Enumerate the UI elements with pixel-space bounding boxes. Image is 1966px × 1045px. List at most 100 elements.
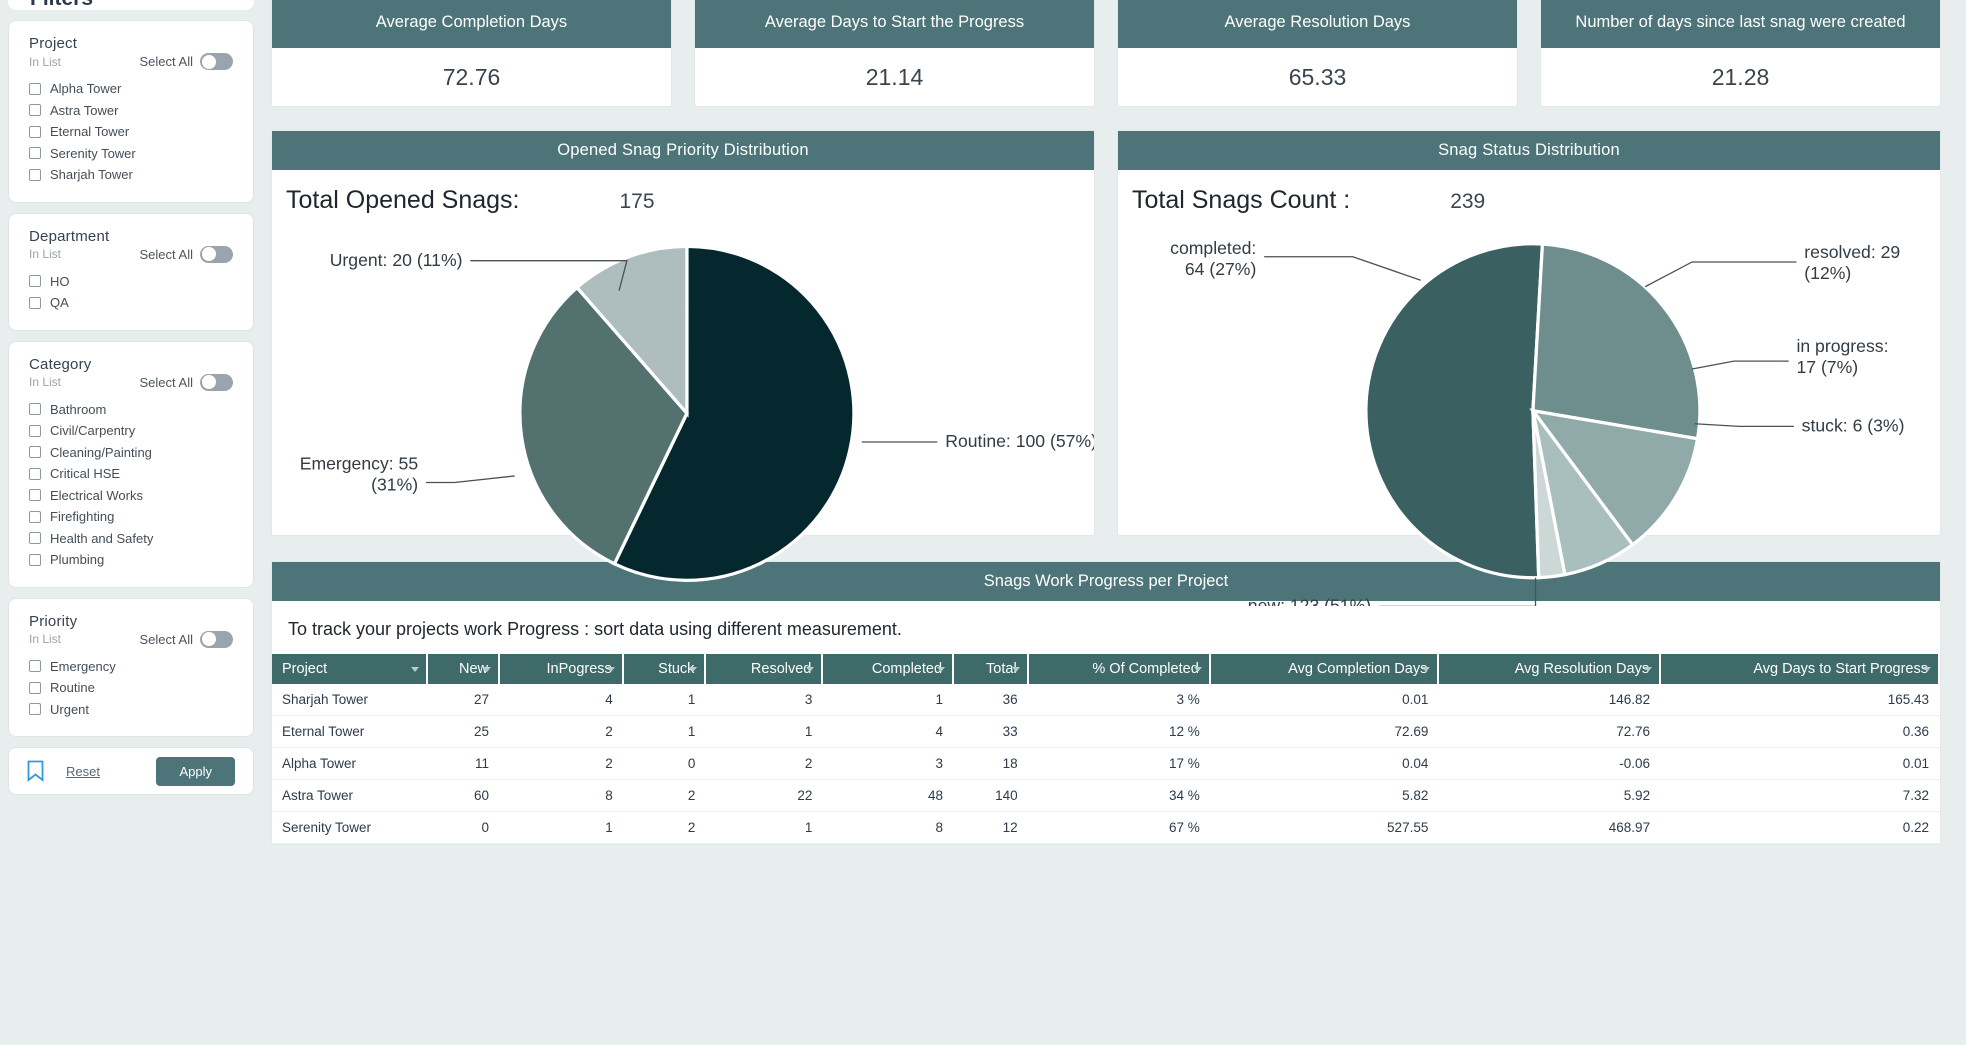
pie-label-text: resolved: 29 — [1804, 242, 1900, 262]
sort-caret-icon[interactable] — [689, 667, 698, 672]
checkbox-icon[interactable] — [29, 403, 41, 416]
sort-caret-icon[interactable] — [1923, 667, 1931, 672]
table-cell-project: Eternal Tower — [272, 715, 427, 748]
reset-button[interactable]: Reset — [66, 764, 100, 779]
checkbox-icon[interactable] — [29, 489, 41, 502]
select-all-toggle-project[interactable] — [200, 53, 233, 70]
filter-option[interactable]: Health and Safety — [29, 528, 233, 550]
select-all-toggle-priority[interactable] — [200, 630, 233, 648]
filter-option[interactable]: Civil/Carpentry — [29, 420, 233, 442]
filter-option[interactable]: Bathroom — [29, 399, 233, 421]
table-column-header[interactable]: % Of Completed — [1027, 654, 1211, 684]
checkbox-icon[interactable] — [29, 125, 41, 138]
table-cell: 0.01 — [1209, 684, 1439, 716]
table-cell: 34 % — [1027, 779, 1210, 812]
checkbox-icon[interactable] — [29, 553, 41, 566]
table-column-header[interactable]: Avg Completion Days — [1209, 654, 1440, 684]
filter-option[interactable]: Sharjah Tower — [29, 164, 233, 186]
filter-option-label: Routine — [50, 680, 95, 696]
sort-caret-icon[interactable] — [483, 667, 491, 672]
table-cell: 0 — [426, 811, 499, 844]
checkbox-icon[interactable] — [29, 296, 41, 309]
filter-option[interactable]: Eternal Tower — [29, 121, 233, 143]
table-column-header[interactable]: Avg Resolution Days — [1438, 654, 1662, 684]
table-row[interactable]: Serenity Tower 0 1 2 1 8 12 67 % 527.55 468.97 0.2… — [272, 811, 1939, 844]
table-cell: 2 — [499, 715, 623, 748]
filter-option[interactable]: Plumbing — [29, 549, 233, 571]
filter-option[interactable]: Critical HSE — [29, 463, 233, 485]
table-column-header[interactable]: InPogress — [499, 654, 624, 684]
bookmark-icon[interactable] — [27, 760, 44, 782]
filter-group-title: Project — [29, 35, 78, 52]
sort-caret-icon[interactable] — [606, 667, 615, 672]
table-row[interactable]: Sharjah Tower 27 4 1 3 1 36 3 % 0.01 146.82 165.43 — [272, 684, 1939, 716]
filter-option[interactable]: Alpha Tower — [29, 78, 233, 100]
sort-caret-icon[interactable] — [1422, 667, 1431, 672]
pie-slice-completed[interactable] — [1531, 242, 1702, 441]
checkbox-icon[interactable] — [29, 467, 41, 480]
pie-label-text: 64 (27%) — [1185, 259, 1256, 279]
filter-option[interactable]: HO — [29, 271, 233, 293]
checkbox-icon[interactable] — [29, 82, 41, 95]
filter-option[interactable]: Emergency — [29, 656, 233, 678]
table-column-header[interactable]: Total — [953, 654, 1029, 684]
kpi-title: Average Days to Start the Progress — [695, 0, 1094, 48]
filter-option[interactable]: Astra Tower — [29, 100, 233, 122]
filter-option[interactable]: Cleaning/Painting — [29, 442, 233, 464]
checkbox-icon[interactable] — [29, 168, 41, 181]
sort-caret-icon[interactable] — [1644, 667, 1653, 672]
table-column-header[interactable]: Project — [272, 654, 428, 684]
pie-chart-snag-status[interactable]: new: 123 (51%) completed: 64 (27%) resolved… — [1118, 215, 1940, 607]
filter-option[interactable]: Urgent — [29, 699, 233, 721]
filter-group-department: Department In List Select All HO QA — [8, 212, 254, 331]
filter-group-category: Category In List Select All Bathroom Civ… — [8, 340, 254, 588]
table-column-header[interactable]: Completed — [822, 654, 955, 684]
checkbox-icon[interactable] — [29, 660, 41, 673]
table-column-header[interactable]: Stuck — [622, 654, 707, 684]
pie-slice-new[interactable] — [1364, 242, 1545, 580]
filter-option[interactable]: Routine — [29, 677, 233, 699]
pie-label-text: (31%) — [371, 474, 418, 494]
table-header: Project New InPogress Stuck Resolved Complete… — [272, 654, 1940, 684]
table-cell: 1 — [705, 715, 823, 748]
checkbox-icon[interactable] — [29, 681, 41, 694]
checkbox-icon[interactable] — [29, 703, 41, 716]
select-all-label: Select All — [139, 246, 193, 262]
sort-caret-icon[interactable] — [806, 667, 815, 672]
checkbox-icon[interactable] — [29, 424, 41, 437]
pie-label-new: new: 123 (51%) — [1248, 577, 1537, 607]
filter-option-label: Urgent — [50, 701, 90, 717]
filter-option[interactable]: Electrical Works — [29, 485, 233, 507]
sort-caret-icon[interactable] — [1011, 667, 1020, 672]
table-row[interactable]: Eternal Tower 25 2 1 1 4 33 12 % 72.69 72.76 0.36 — [272, 715, 1939, 748]
table-cell: 1 — [622, 715, 706, 748]
table-column-header[interactable]: New — [426, 654, 501, 684]
table-cell: 3 — [822, 747, 954, 780]
filter-option[interactable]: Firefighting — [29, 506, 233, 528]
checkbox-icon[interactable] — [29, 446, 41, 459]
filter-option[interactable]: QA — [29, 292, 233, 314]
table-column-header[interactable]: Resolved — [705, 654, 824, 684]
filters-title-card: Filters — [8, 0, 254, 10]
sort-caret-icon[interactable] — [937, 667, 946, 672]
table-column-header[interactable]: Avg Days to Start Progress — [1660, 654, 1940, 684]
table-row[interactable]: Alpha Tower 11 2 0 2 3 18 17 % 0.04 -0.06 0.01 — [272, 747, 1939, 780]
pie-chart-opened-snag-priority[interactable]: Routine: 100 (57%) Emergency: 55 (31%) Urge… — [272, 215, 1094, 606]
checkbox-icon[interactable] — [29, 275, 41, 288]
apply-button[interactable]: Apply — [156, 756, 235, 786]
checkbox-icon[interactable] — [29, 147, 41, 160]
table-cell: 0.01 — [1660, 747, 1939, 780]
leader-line — [1691, 360, 1789, 370]
filter-option[interactable]: Serenity Tower — [29, 143, 233, 165]
select-all-toggle-category[interactable] — [200, 373, 233, 391]
checkbox-icon[interactable] — [29, 532, 41, 545]
table-cell: 3 % — [1027, 684, 1210, 716]
checkbox-icon[interactable] — [29, 510, 41, 523]
sort-caret-icon[interactable] — [1193, 667, 1202, 672]
sort-caret-icon[interactable] — [410, 667, 419, 672]
checkbox-icon[interactable] — [29, 104, 41, 117]
table-cell: 72.76 — [1438, 715, 1661, 748]
table-row[interactable]: Astra Tower 60 8 2 22 48 140 34 % 5.82 5.92 7.32 — [272, 779, 1939, 812]
pie-label-text: stuck: 6 (3%) — [1802, 416, 1905, 436]
select-all-toggle-department[interactable] — [200, 245, 233, 263]
